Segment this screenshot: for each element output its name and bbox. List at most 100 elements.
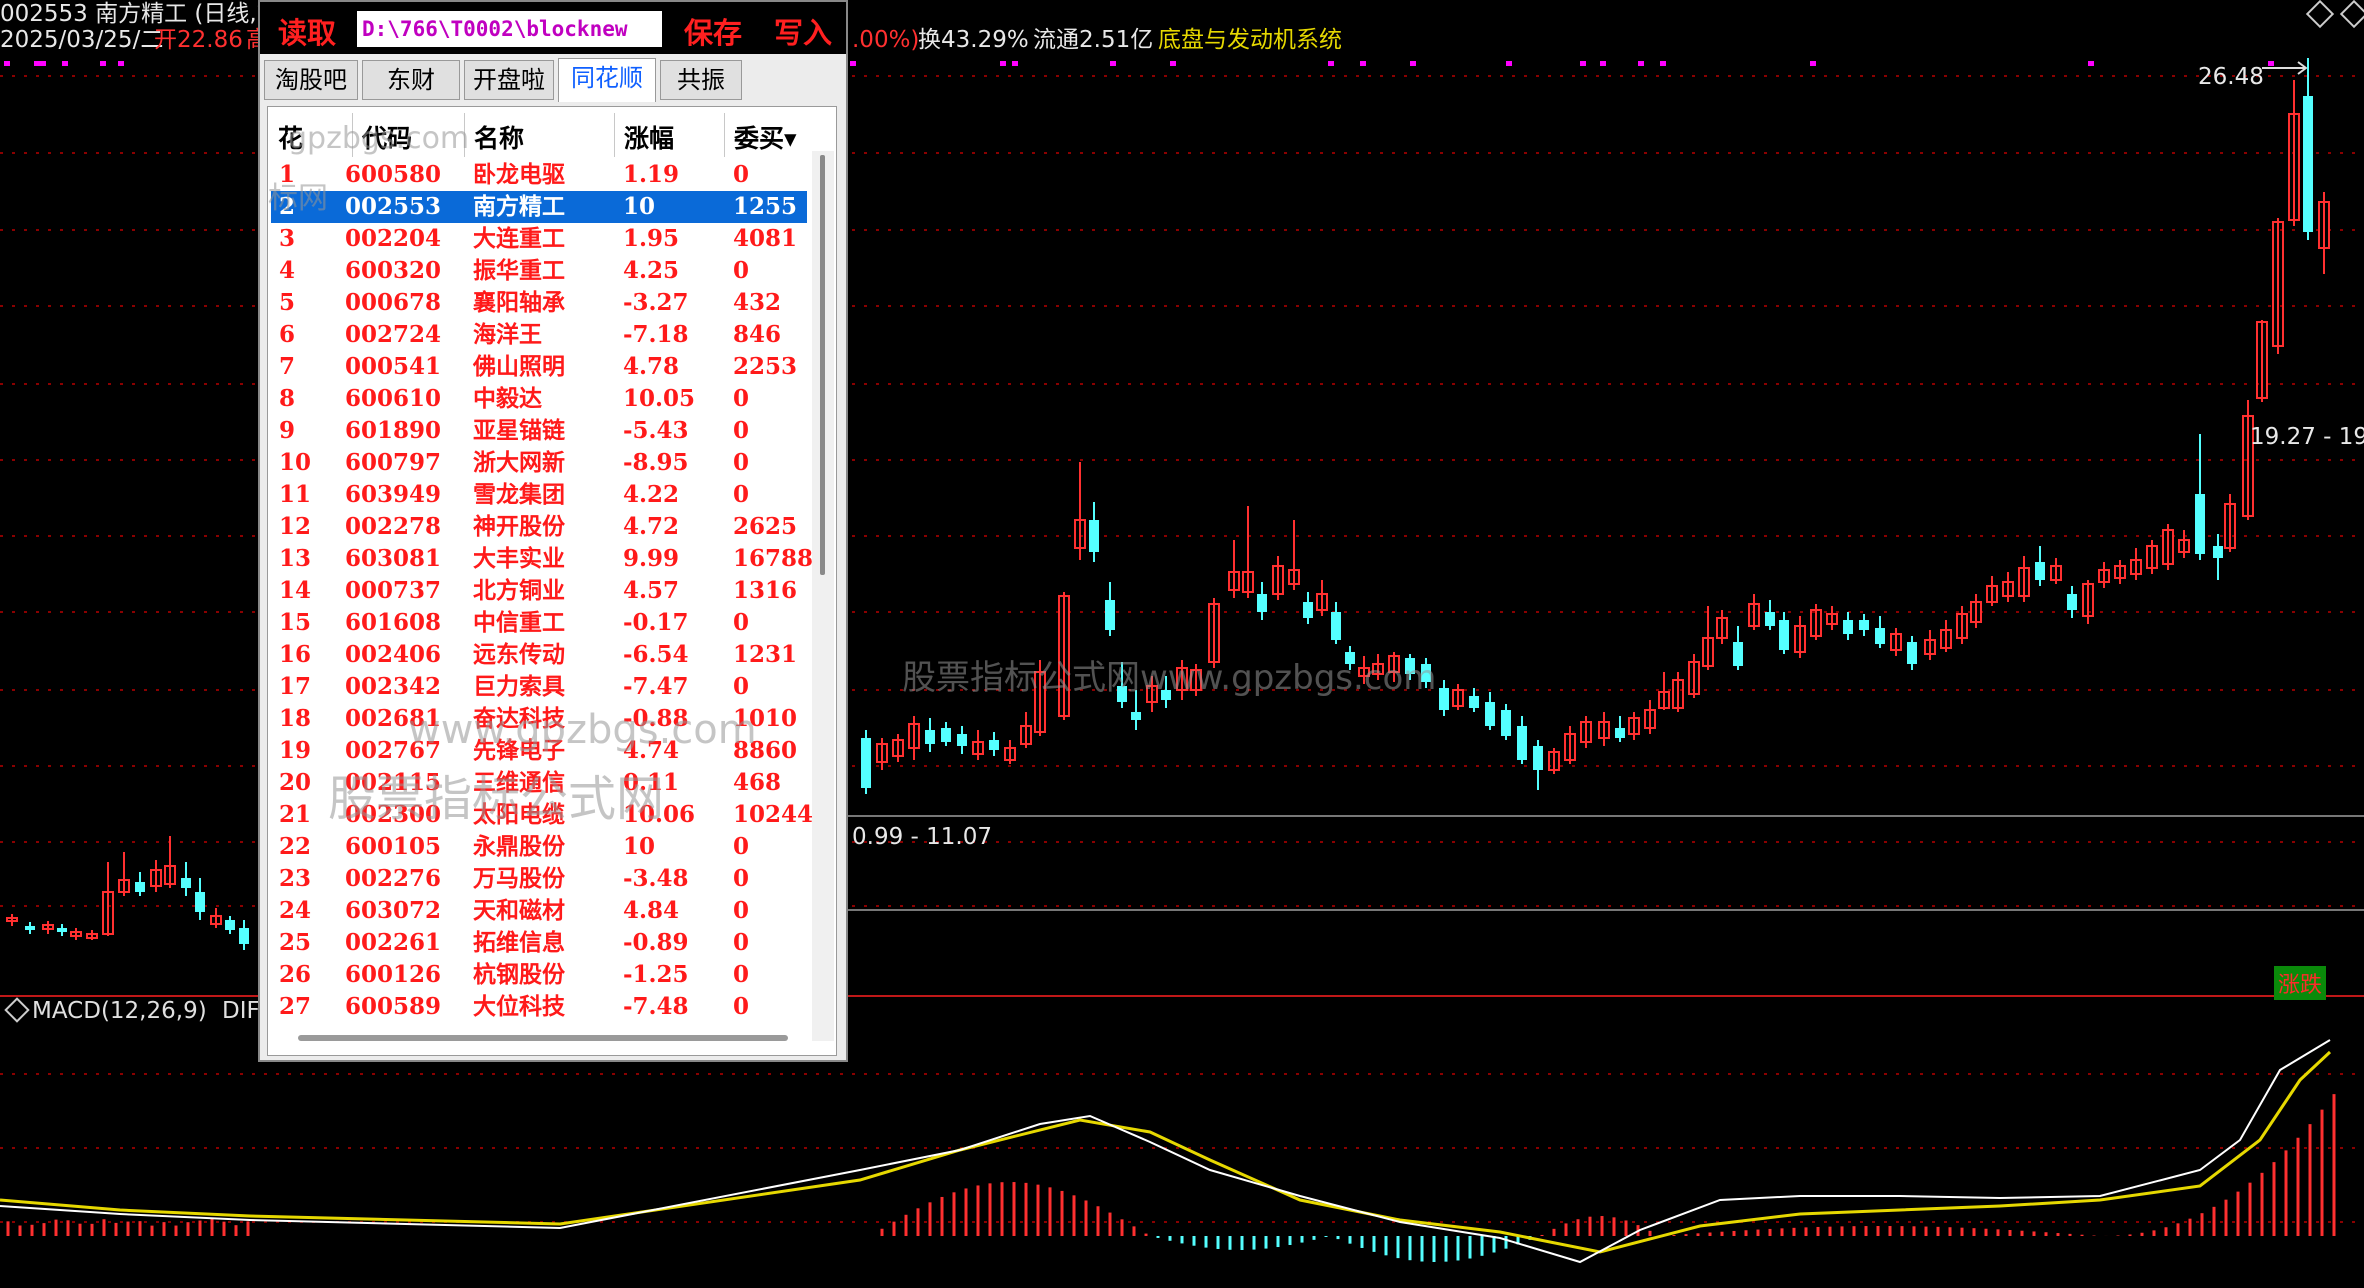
table-row[interactable]: 14 000737 北方铜业 4.57 1316	[271, 575, 807, 607]
cell-pct: 4.78	[623, 351, 679, 383]
col-header-bid[interactable]: 委买▾	[734, 119, 797, 155]
table-row[interactable]: 5 000678 襄阳轴承 -3.27 432	[271, 287, 807, 319]
cell-idx: 25	[279, 927, 311, 959]
cell-pct: 9.99	[623, 543, 679, 575]
table-row[interactable]: 6 002724 海洋王 -7.18 846	[271, 319, 807, 351]
table-row[interactable]: 2 002553 南方精工 10 1255	[271, 191, 807, 223]
table-row[interactable]: 27 600589 大位科技 -7.48 0	[271, 991, 807, 1023]
horizontal-scrollbar[interactable]	[298, 1035, 788, 1041]
cell-code: 600580	[345, 159, 441, 191]
price-range-label: 19.27 - 19	[2250, 424, 2364, 450]
table-row[interactable]: 1 600580 卧龙电驱 1.19 0	[271, 159, 807, 191]
tab-0[interactable]: 淘股吧	[264, 60, 358, 100]
change-pct: .00%)	[852, 26, 919, 54]
cell-bid: 0	[733, 991, 749, 1023]
candle-body	[957, 734, 967, 746]
cell-idx: 26	[279, 959, 311, 991]
status-badge[interactable]: 涨跌	[2274, 966, 2326, 1000]
table-row[interactable]: 24 603072 天和磁材 4.84 0	[271, 895, 807, 927]
signal-dot	[1600, 61, 1606, 66]
cell-code: 600589	[345, 991, 441, 1023]
cell-code: 600105	[345, 831, 441, 863]
table-row[interactable]: 7 000541 佛山照明 4.78 2253	[271, 351, 807, 383]
table-row[interactable]: 23 002276 万马股份 -3.48 0	[271, 863, 807, 895]
col-header-pct[interactable]: 涨幅	[624, 119, 674, 155]
signal-dot	[34, 61, 40, 66]
table-row[interactable]: 16 002406 远东传动 -6.54 1231	[271, 639, 807, 671]
cell-bid: 2253	[733, 351, 797, 383]
read-button[interactable]: 读取	[278, 10, 336, 52]
cell-bid: 0	[733, 383, 749, 415]
diamond-icon[interactable]	[4, 997, 29, 1022]
table-row[interactable]: 10 600797 浙大网新 -8.95 0	[271, 447, 807, 479]
candle-body	[1859, 620, 1869, 630]
signal-dot	[1360, 61, 1366, 66]
path-field[interactable]: D:\766\T0002\blocknew	[357, 11, 662, 47]
table-row[interactable]: 22 600105 永鼎股份 10 0	[271, 831, 807, 863]
bar-date: 2025/03/25/二	[0, 26, 163, 54]
cell-pct: 10	[623, 831, 655, 863]
save-button[interactable]: 保存	[684, 10, 742, 52]
candle-body	[941, 728, 951, 742]
candle-body	[1765, 612, 1775, 626]
signal-dot	[1660, 61, 1666, 66]
candle-body	[181, 878, 191, 888]
cell-idx: 18	[279, 703, 311, 735]
signal-dot	[1810, 61, 1816, 66]
cell-name: 浙大网新	[473, 447, 565, 479]
cell-code: 600320	[345, 255, 441, 287]
macd-params: MACD(12,26,9)	[32, 998, 207, 1024]
cell-name: 大位科技	[473, 991, 565, 1023]
block-manager-dialog[interactable]: 读取 D:\766\T0002\blocknew 保存 写入 淘股吧 东财 开盘啦同…	[258, 0, 848, 1062]
cell-bid: 432	[733, 287, 781, 319]
cell-name: 北方铜业	[473, 575, 565, 607]
price-range-label-low: 0.99 - 11.07	[852, 824, 992, 850]
cell-name: 大连重工	[473, 223, 565, 255]
table-row[interactable]: 11 603949 雪龙集团 4.22 0	[271, 479, 807, 511]
candle-body	[925, 730, 935, 744]
cell-bid: 1316	[733, 575, 797, 607]
cell-idx: 8	[279, 383, 295, 415]
table-row[interactable]: 9 601890 亚星锚链 -5.43 0	[271, 415, 807, 447]
tab-1[interactable]: 东财	[362, 60, 460, 100]
table-row[interactable]: 15 601608 中信重工 -0.17 0	[271, 607, 807, 639]
table-row[interactable]: 26 600126 杭钢股份 -1.25 0	[271, 959, 807, 991]
signal-dot	[62, 61, 68, 66]
cell-pct: -3.27	[623, 287, 689, 319]
cell-idx: 16	[279, 639, 311, 671]
table-row[interactable]: 13 603081 大丰实业 9.99 16788	[271, 543, 807, 575]
tab-4[interactable]: 共振	[660, 60, 742, 100]
signal-dot	[40, 61, 46, 66]
table-row[interactable]: 17 002342 巨力索具 -7.47 0	[271, 671, 807, 703]
cell-pct: 10	[623, 191, 655, 223]
cell-name: 海洋王	[473, 319, 542, 351]
col-separator	[614, 113, 615, 157]
cell-idx: 7	[279, 351, 295, 383]
table-row[interactable]: 25 002261 拓维信息 -0.89 0	[271, 927, 807, 959]
cell-code: 000678	[345, 287, 441, 319]
candle-body	[1843, 620, 1853, 634]
candle-body	[1615, 728, 1625, 738]
turnover-rate: 换43.29%	[918, 26, 1029, 54]
signal-dot	[1328, 61, 1334, 66]
tab-3[interactable]: 同花顺	[558, 58, 656, 102]
cell-bid: 0	[733, 831, 749, 863]
tab-2[interactable]: 开盘啦	[464, 60, 554, 100]
cell-bid: 2625	[733, 511, 797, 543]
table-row[interactable]: 3 002204 大连重工 1.95 4081	[271, 223, 807, 255]
cell-pct: -7.47	[623, 671, 689, 703]
stock-list: 花 代码 名称 涨幅 委买▾ 1 600580 卧龙电驱 1.19 0 2 002553 南方…	[267, 106, 837, 1056]
vertical-scrollbar[interactable]	[812, 151, 834, 1041]
table-row[interactable]: 12 002278 神开股份 4.72 2625	[271, 511, 807, 543]
cell-bid: 0	[733, 895, 749, 927]
scroll-thumb[interactable]	[820, 155, 825, 575]
table-row[interactable]: 4 600320 振华重工 4.25 0	[271, 255, 807, 287]
candle-body	[1257, 594, 1267, 612]
table-row[interactable]: 8 600610 中毅达 10.05 0	[271, 383, 807, 415]
cell-code: 002278	[345, 511, 441, 543]
col-header-name[interactable]: 名称	[474, 119, 524, 155]
write-button[interactable]: 写入	[774, 10, 832, 52]
signal-dot	[2088, 61, 2094, 66]
cell-pct: -0.89	[623, 927, 689, 959]
cell-pct: 4.25	[623, 255, 679, 287]
